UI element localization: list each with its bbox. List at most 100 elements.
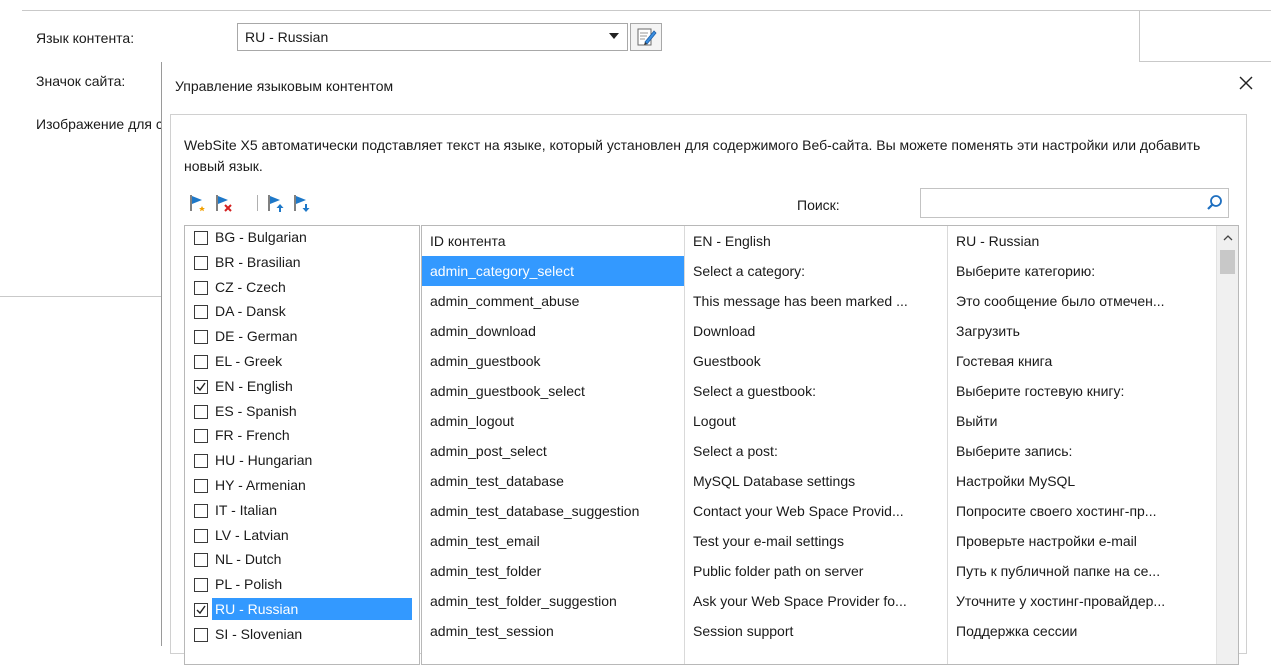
language-checkbox[interactable] — [194, 627, 208, 642]
language-label: IT - Italian — [215, 501, 277, 518]
remove-language-icon — [216, 195, 232, 212]
table-row[interactable]: admin_comment_abuse This message has been… — [422, 286, 1212, 316]
language-item[interactable]: NL - Dutch — [185, 548, 419, 573]
table-cell: Select a post: — [693, 443, 778, 459]
add-language-button[interactable] — [188, 193, 208, 213]
column-header-en[interactable]: EN - English — [685, 226, 947, 256]
table-cell: Настройки MySQL — [956, 473, 1076, 489]
content-table: ID контента EN - English RU - Russian ad… — [421, 225, 1239, 665]
language-checkbox[interactable] — [194, 379, 208, 394]
search-icon — [1207, 195, 1222, 210]
language-item[interactable]: ES - Spanish — [185, 400, 419, 425]
table-cell: Путь к публичной папке на се... — [956, 563, 1161, 579]
scrollbar-thumb[interactable] — [1220, 250, 1235, 274]
column-header-ru[interactable]: RU - Russian — [948, 226, 1212, 256]
chevron-up-icon[interactable] — [1223, 234, 1233, 242]
language-item[interactable]: HU - Hungarian — [185, 449, 419, 474]
table-scrollbar[interactable] — [1216, 226, 1238, 664]
chevron-down-icon — [609, 33, 619, 39]
table-row[interactable]: admin_test_folder_suggestion Ask your Web… — [422, 586, 1212, 616]
table-cell: Ask your Web Space Provider fo... — [693, 593, 907, 609]
language-toolbar — [184, 187, 414, 217]
table-cell: Выберите категорию: — [956, 263, 1096, 279]
table-row[interactable]: admin_test_session Session support Поддерж… — [422, 616, 1212, 646]
table-row[interactable]: admin_category_select Select a category: В… — [422, 256, 1212, 286]
language-checkbox[interactable] — [194, 280, 208, 295]
language-checkbox[interactable] — [194, 553, 208, 568]
language-checkbox[interactable] — [194, 503, 208, 518]
edit-language-button[interactable] — [630, 23, 662, 51]
language-item[interactable]: LV - Latvian — [185, 524, 419, 549]
close-button[interactable] — [1235, 72, 1257, 94]
language-content-dialog: Управление языковым контентом WebSite X5… — [161, 62, 1271, 665]
table-row[interactable]: admin_test_database_suggestion Contact yo… — [422, 496, 1212, 526]
dialog-title: Управление языковым контентом — [175, 78, 394, 94]
table-cell: Попросите своего хостинг-пр... — [956, 503, 1157, 519]
language-checkbox[interactable] — [194, 354, 208, 369]
language-checkbox[interactable] — [194, 305, 208, 320]
table-row[interactable]: admin_download Download Загрузить — [422, 316, 1212, 346]
checkmark-icon — [196, 605, 206, 615]
language-item[interactable]: EL - Greek — [185, 350, 419, 375]
table-cell: Session support — [693, 623, 794, 639]
table-cell: admin_test_folder — [430, 563, 542, 579]
table-cell: Public folder path on server — [693, 563, 864, 579]
language-label: HU - Hungarian — [215, 452, 313, 469]
search-input[interactable] — [920, 188, 1229, 218]
language-item[interactable]: BR - Brasilian — [185, 251, 419, 276]
language-item[interactable]: DE - German — [185, 325, 419, 350]
content-language-value: RU - Russian — [245, 29, 329, 45]
table-row[interactable]: admin_guestbook Guestbook Гостевая книга — [422, 346, 1212, 376]
language-checkbox[interactable] — [194, 231, 208, 245]
language-item[interactable]: PL - Polish — [185, 573, 419, 598]
language-checkbox[interactable] — [194, 528, 208, 543]
remove-language-button[interactable] — [214, 193, 234, 213]
table-cell: admin_test_folder_suggestion — [430, 593, 617, 609]
table-row[interactable]: admin_post_select Select a post: Выберите … — [422, 436, 1212, 466]
content-language-select[interactable]: RU - Russian — [237, 23, 628, 51]
language-item[interactable]: CZ - Czech — [185, 276, 419, 301]
table-cell: Это сообщение было отмечен... — [956, 293, 1165, 309]
language-item[interactable]: HY - Armenian — [185, 474, 419, 499]
move-down-button[interactable] — [292, 193, 312, 213]
table-cell: Select a guestbook: — [693, 383, 816, 399]
language-item[interactable]: DA - Dansk — [185, 300, 419, 325]
language-checkbox[interactable] — [194, 429, 208, 444]
language-checkbox[interactable] — [194, 478, 208, 493]
language-item[interactable]: SI - Slovenian — [185, 623, 419, 648]
search-button[interactable] — [1205, 193, 1225, 213]
language-item[interactable]: RU - Russian — [185, 597, 419, 623]
table-row[interactable]: admin_test_folder Public folder path on s… — [422, 556, 1212, 586]
table-cell: Выйти — [956, 413, 998, 429]
table-row[interactable]: admin_test_database MySQL Database settin… — [422, 466, 1212, 496]
table-cell: Загрузить — [956, 323, 1020, 339]
table-cell: admin_test_database — [430, 473, 564, 489]
language-item[interactable]: IT - Italian — [185, 499, 419, 524]
site-image-label: Изображение для с — [36, 116, 161, 132]
table-cell: MySQL Database settings — [693, 473, 856, 489]
language-checkbox[interactable] — [194, 578, 208, 593]
language-checkbox[interactable] — [194, 330, 208, 345]
edit-icon — [637, 28, 657, 46]
panel-divider — [22, 10, 1271, 11]
language-item[interactable]: FR - French — [185, 424, 419, 449]
language-checkbox[interactable] — [194, 454, 208, 469]
language-label: HY - Armenian — [215, 476, 306, 493]
language-checkbox[interactable] — [194, 255, 208, 270]
table-row[interactable]: admin_logout Logout Выйти — [422, 406, 1212, 436]
language-list[interactable]: BG - Bulgarian BR - Brasilian CZ - Czech DA… — [184, 225, 420, 665]
dialog-content: WebSite X5 автоматически подставляет тек… — [170, 114, 1247, 665]
language-label: EN - English — [215, 377, 293, 394]
language-item[interactable]: BG - Bulgarian — [185, 226, 419, 251]
table-cell: Проверьте настройки e-mail — [956, 533, 1137, 549]
language-label: BG - Bulgarian — [215, 229, 307, 245]
column-header-id[interactable]: ID контента — [422, 226, 684, 256]
language-label: DA - Dansk — [215, 303, 286, 320]
move-up-button[interactable] — [266, 193, 286, 213]
language-checkbox[interactable] — [194, 404, 208, 419]
language-item[interactable]: EN - English — [185, 375, 419, 400]
table-cell: Гостевая книга — [956, 353, 1053, 369]
language-checkbox[interactable] — [194, 602, 208, 617]
table-row[interactable]: admin_test_email Test your e-mail setting… — [422, 526, 1212, 556]
table-row[interactable]: admin_guestbook_select Select a guestbook… — [422, 376, 1212, 406]
